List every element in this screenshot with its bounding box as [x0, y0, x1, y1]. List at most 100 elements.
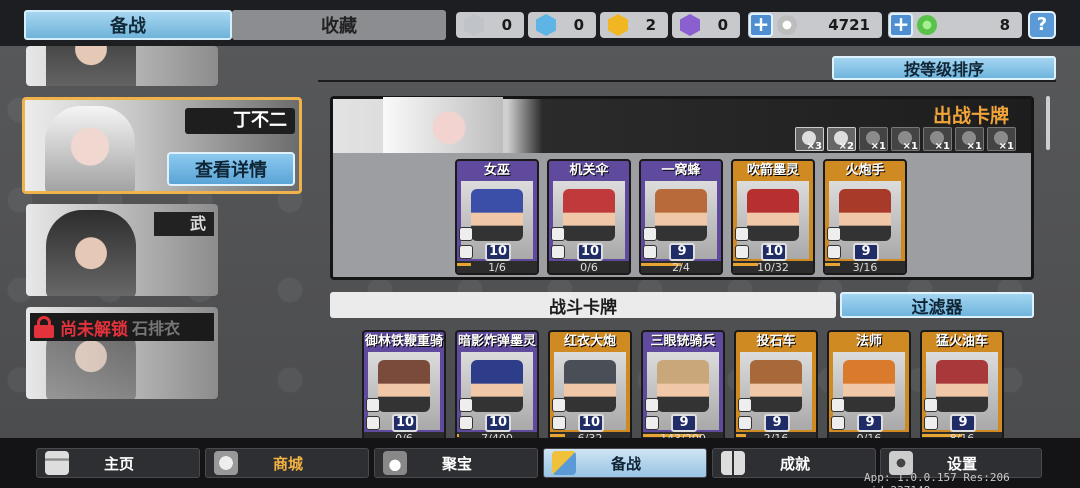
card-type-icon	[459, 227, 473, 241]
hero-card-wu[interactable]: 武	[26, 204, 218, 296]
filter-button[interactable]: 过滤器	[840, 292, 1034, 318]
card-level: 10	[485, 243, 511, 261]
card-type-icon	[459, 398, 473, 412]
card-level: 9	[671, 414, 697, 432]
unit-card[interactable]: 红衣大炮106/32	[548, 330, 632, 446]
deck-slot: ×1	[891, 127, 920, 152]
unit-portrait-icon	[471, 360, 523, 412]
resource-purple-gem: 0	[672, 12, 740, 38]
deck-slot: ×1	[923, 127, 952, 152]
tab-prepare[interactable]: 备战	[24, 10, 232, 40]
deck-slot: ×2	[827, 127, 856, 152]
silver-coin-icon	[777, 15, 797, 35]
card-attack-icon	[645, 416, 659, 430]
unit-card[interactable]: 御林铁鞭重骑兵100/6	[362, 330, 446, 446]
card-attack-icon	[738, 416, 752, 430]
resource-silver-gem: 0	[456, 12, 524, 38]
unit-card[interactable]: 女巫 10 1/6	[455, 159, 539, 275]
hero-card-partial[interactable]	[26, 46, 218, 86]
unit-card[interactable]: 火炮手 9 3/16	[823, 159, 907, 275]
unit-card[interactable]: 猛火油车98/16	[920, 330, 1004, 446]
unit-card[interactable]: 法师90/16	[827, 330, 911, 446]
nav-treasure[interactable]: 聚宝	[374, 448, 538, 478]
unit-card[interactable]: 投石车92/16	[734, 330, 818, 446]
nav-label: 商城	[272, 454, 303, 473]
card-level: 10	[392, 414, 418, 432]
slot-count: ×1	[998, 141, 1014, 152]
nav-label: 备战	[610, 454, 641, 473]
card-attack-icon	[831, 416, 845, 430]
card-progress: 10/32	[733, 261, 813, 273]
card-level: 10	[578, 414, 604, 432]
hero-portrait	[46, 210, 136, 296]
card-attack-icon	[551, 245, 565, 259]
currency-green: + 8	[888, 12, 1022, 38]
unit-portrait-icon	[843, 360, 895, 412]
card-type-icon	[643, 227, 657, 241]
unit-card[interactable]: 吹箭墨灵 10 10/32	[731, 159, 815, 275]
card-progress-text: 1/6	[488, 261, 506, 274]
unit-card[interactable]: 机关伞 10 0/6	[547, 159, 631, 275]
nav-card[interactable]: 备战	[543, 448, 707, 478]
card-type-icon	[735, 227, 749, 241]
card-name: 机关伞	[569, 163, 609, 178]
lock-icon	[34, 316, 54, 338]
hero-card-locked[interactable]: 尚未解锁 石排衣	[26, 307, 218, 399]
card-type-icon	[831, 398, 845, 412]
nav-grid[interactable]: 成就	[712, 448, 876, 478]
unit-portrait-icon	[936, 360, 988, 412]
nav-temple[interactable]: 主页	[36, 448, 200, 478]
card-progress: 0/6	[549, 261, 629, 273]
card-attack-icon	[924, 416, 938, 430]
slot-count: ×1	[870, 141, 886, 152]
add-green-button[interactable]: +	[889, 13, 913, 37]
card-type-icon	[738, 398, 752, 412]
card-name: 御林铁鞭重骑兵	[364, 334, 443, 369]
hero-portrait	[45, 106, 135, 191]
deck-panel: 出战卡牌 ×3 ×2 ×1 ×1 ×1 ×1 ×1 女巫 10 1/6 机关伞 10 0/6 一窝蜂 9 2…	[330, 96, 1034, 280]
card-type-icon	[645, 398, 659, 412]
silver-gem-icon	[464, 14, 484, 36]
nav-coins[interactable]: 商城	[205, 448, 369, 478]
hero-card-selected[interactable]: 丁不二 查看详情	[22, 97, 302, 194]
unit-portrait-icon	[839, 189, 891, 241]
card-name: 火炮手	[845, 163, 885, 178]
temple-icon	[45, 451, 69, 475]
deck-slot: ×1	[987, 127, 1016, 152]
unit-portrait-icon	[655, 189, 707, 241]
scrollbar[interactable]	[1046, 96, 1050, 150]
grid-icon	[721, 451, 745, 475]
unit-portrait-icon	[750, 360, 802, 412]
deck-header: 出战卡牌 ×3 ×2 ×1 ×1 ×1 ×1 ×1	[333, 97, 1031, 153]
card-progress-text: 3/16	[852, 261, 878, 274]
card-attack-icon	[459, 416, 473, 430]
add-silver-button[interactable]: +	[749, 13, 773, 37]
hero-name: 丁不二	[185, 108, 295, 134]
coins-icon	[214, 451, 238, 475]
card-level: 9	[857, 414, 883, 432]
card-type-icon	[552, 398, 566, 412]
hero-name: 石排衣	[132, 319, 181, 338]
card-type-icon	[827, 227, 841, 241]
card-name: 投石车	[756, 334, 796, 349]
card-attack-icon	[827, 245, 841, 259]
unit-card[interactable]: 三眼铳骑兵9143/200	[641, 330, 725, 446]
unit-card[interactable]: 暗影炸弹墨灵107/400	[455, 330, 539, 446]
sort-by-level-button[interactable]: 按等级排序	[832, 56, 1056, 80]
currency-silver: + 4721	[748, 12, 882, 38]
blue-gem-icon	[536, 14, 556, 36]
tab-collection[interactable]: 收藏	[232, 10, 446, 40]
view-details-button[interactable]: 查看详情	[167, 152, 295, 186]
unit-portrait-icon	[657, 360, 709, 412]
card-attack-icon	[552, 416, 566, 430]
unit-card[interactable]: 一窝蜂 9 2/4	[639, 159, 723, 275]
card-attack-icon	[735, 245, 749, 259]
card-icon	[552, 451, 576, 475]
nav-label: 主页	[103, 454, 134, 473]
battle-cards-header: 战斗卡牌	[330, 292, 836, 318]
app-info: App: 1.0.0.157 Res:206 pid:237148	[864, 471, 1010, 488]
help-button[interactable]: ?	[1028, 11, 1056, 39]
card-level: 10	[485, 414, 511, 432]
card-level: 9	[764, 414, 790, 432]
deck-slot: ×3	[795, 127, 824, 152]
